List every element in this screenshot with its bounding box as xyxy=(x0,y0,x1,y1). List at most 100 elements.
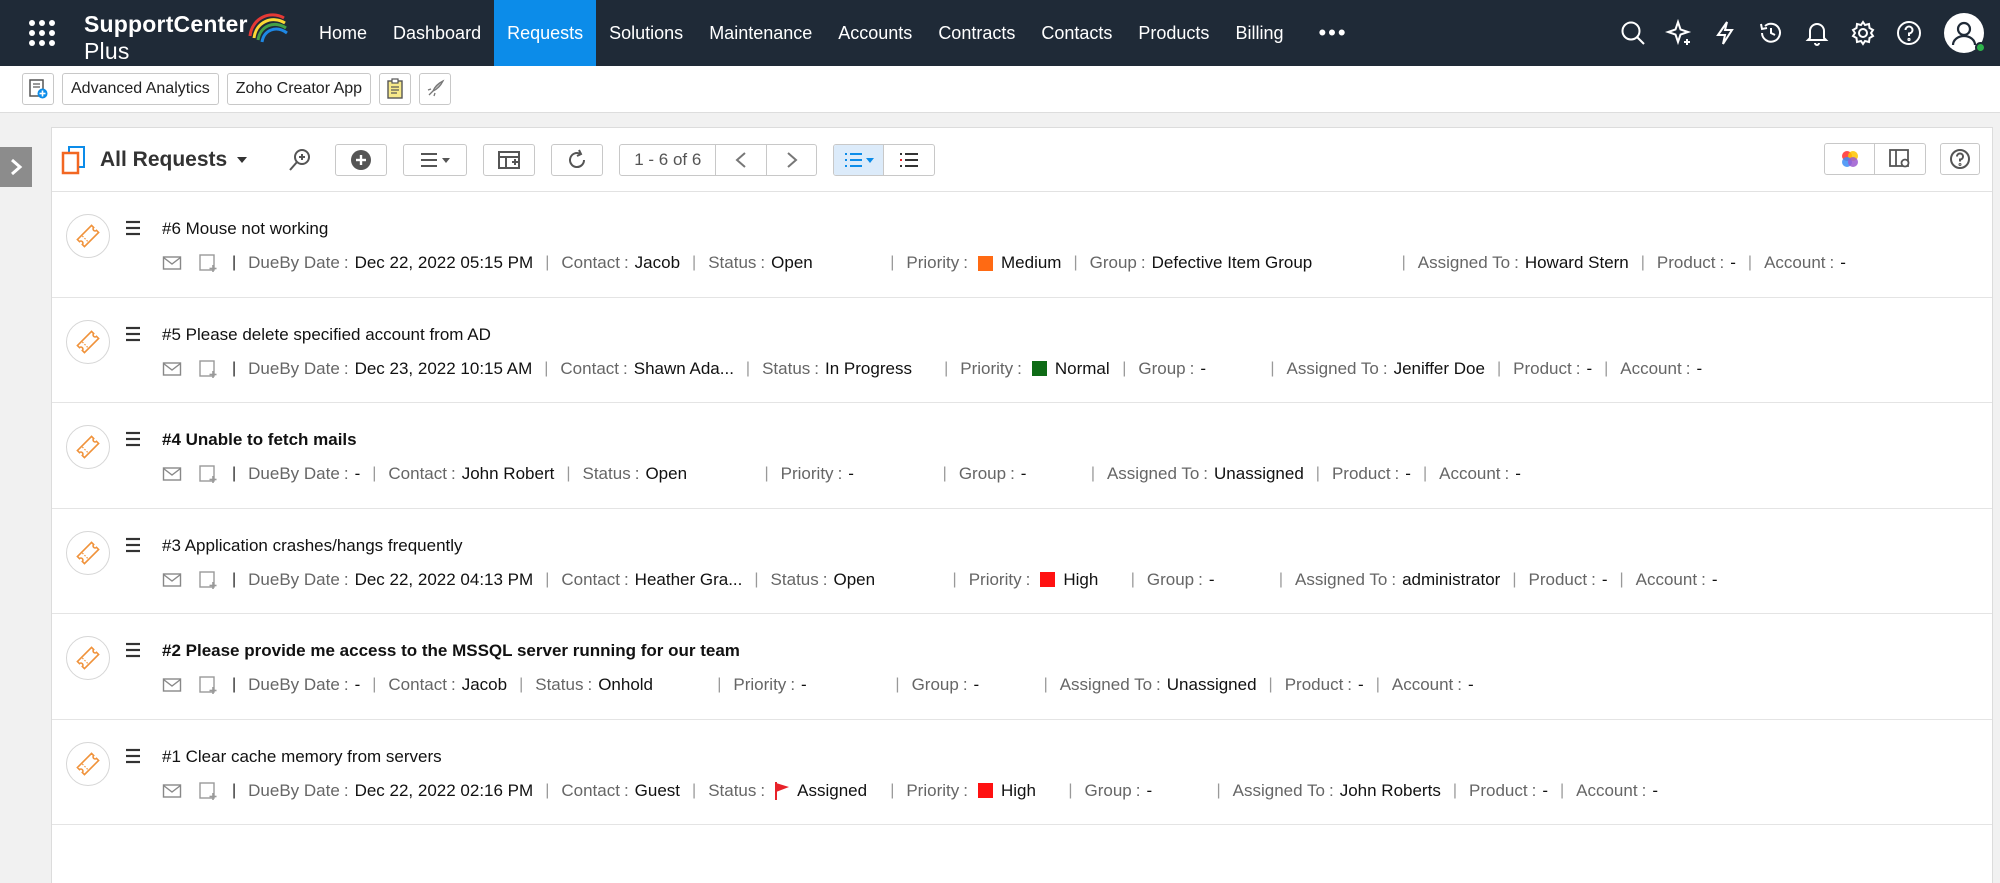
separator: | xyxy=(1270,359,1275,377)
clipboard-notes-button[interactable] xyxy=(379,73,412,105)
row-actions-menu[interactable] xyxy=(124,748,142,769)
launch-button[interactable] xyxy=(419,73,452,105)
request-subject-link[interactable]: #2 Please provide me access to the MSSQL… xyxy=(162,641,740,661)
contact-field: Contact : Guest xyxy=(561,781,680,801)
compact-list-icon xyxy=(900,152,919,167)
reply-mail-button[interactable] xyxy=(162,255,182,271)
nav-item-requests[interactable]: Requests xyxy=(494,0,597,66)
row-actions-menu[interactable] xyxy=(124,431,142,452)
status-field: Status : Open xyxy=(771,570,876,590)
new-request-button[interactable] xyxy=(335,143,388,176)
new-document-icon xyxy=(29,79,48,99)
previous-page-button[interactable] xyxy=(716,145,766,175)
row-actions-menu[interactable] xyxy=(124,220,142,241)
nav-item-contracts[interactable]: Contracts xyxy=(925,0,1028,66)
actions-menu-button[interactable] xyxy=(403,143,468,176)
row-actions-menu[interactable] xyxy=(124,642,142,663)
assigned-to-value: John Roberts xyxy=(1339,780,1441,800)
nav-item-dashboard[interactable]: Dashboard xyxy=(380,0,494,66)
history-icon[interactable] xyxy=(1748,0,1794,66)
reply-mail-button[interactable] xyxy=(162,361,182,377)
reply-mail-button[interactable] xyxy=(162,677,182,693)
list-view-button[interactable] xyxy=(834,144,885,175)
table-row[interactable]: #6 Mouse not working | DueBy Date : Dec … xyxy=(52,192,1992,298)
dueby-label: DueBy Date xyxy=(248,358,340,378)
ai-sparkle-icon[interactable] xyxy=(1656,0,1702,66)
add-task-button[interactable] xyxy=(198,781,218,801)
new-request-template-button[interactable] xyxy=(22,73,54,105)
request-subject-link[interactable]: #5 Please delete specified account from … xyxy=(162,325,491,345)
user-avatar[interactable] xyxy=(1944,13,1986,53)
add-task-button[interactable] xyxy=(198,464,218,484)
view-title: All Requests xyxy=(100,147,228,171)
nav-item-solutions[interactable]: Solutions xyxy=(596,0,696,66)
app-launcher-icon[interactable] xyxy=(0,0,84,66)
colon: : xyxy=(1591,569,1596,589)
table-row[interactable]: #5 Please delete specified account from … xyxy=(52,298,1992,403)
group-value: - xyxy=(1208,569,1215,589)
dueby-value: Dec 22, 2022 04:13 PM xyxy=(354,569,534,589)
logo[interactable]: SupportCenter Plus xyxy=(84,0,294,66)
nav-item-billing[interactable]: Billing xyxy=(1222,0,1296,66)
dueby-field: DueBy Date : Dec 22, 2022 04:13 PM xyxy=(248,570,533,590)
help-icon[interactable] xyxy=(1886,0,1932,66)
nav-item-home[interactable]: Home xyxy=(306,0,380,66)
nav-item-accounts[interactable]: Accounts xyxy=(825,0,925,66)
priority-color-swatch xyxy=(978,255,993,271)
assigned-to-field: Assigned To : Jeniffer Doe xyxy=(1287,359,1485,379)
mail-icon xyxy=(162,467,182,481)
expand-sidebar-button[interactable] xyxy=(0,147,32,187)
next-page-button[interactable] xyxy=(766,144,816,175)
table-row[interactable]: #2 Please provide me access to the MSSQL… xyxy=(52,614,1992,720)
request-subject-link[interactable]: #3 Application crashes/hangs frequently xyxy=(162,536,463,556)
zoho-creator-app-button[interactable]: Zoho Creator App xyxy=(226,73,372,105)
reply-mail-button[interactable] xyxy=(162,572,182,588)
refresh-button[interactable] xyxy=(551,143,604,176)
reply-mail-button[interactable] xyxy=(162,783,182,799)
search-icon[interactable] xyxy=(1610,0,1656,66)
nav-item-maintenance[interactable]: Maintenance xyxy=(696,0,825,66)
column-chooser-button[interactable] xyxy=(483,143,536,176)
settings-gear-icon[interactable] xyxy=(1840,0,1886,66)
account-field: Account : - xyxy=(1392,675,1474,695)
search-requests-button[interactable] xyxy=(283,143,317,177)
product-field: Product : - xyxy=(1285,675,1364,695)
add-task-button[interactable] xyxy=(198,570,218,590)
layout-settings-button[interactable] xyxy=(1875,144,1925,174)
request-subject-link[interactable]: #6 Mouse not working xyxy=(162,219,328,239)
lightning-icon[interactable] xyxy=(1702,0,1748,66)
colon: : xyxy=(1575,358,1581,378)
view-selector[interactable]: All Requests xyxy=(100,147,248,172)
product-field: Product : - xyxy=(1657,253,1736,273)
ticket-icon xyxy=(76,540,100,565)
product-value: - xyxy=(1586,358,1593,378)
request-subject-link[interactable]: #4 Unable to fetch mails xyxy=(162,430,357,450)
advanced-analytics-button[interactable]: Advanced Analytics xyxy=(62,73,219,105)
dueby-label: DueBy Date xyxy=(248,675,340,694)
add-task-button[interactable] xyxy=(198,253,218,273)
table-row[interactable]: #3 Application crashes/hangs frequently … xyxy=(52,509,1992,614)
account-label: Account xyxy=(1439,464,1501,483)
compact-view-button[interactable] xyxy=(884,145,934,175)
colon: : xyxy=(343,569,349,589)
table-row[interactable]: #4 Unable to fetch mails | DueBy Date : … xyxy=(52,403,1992,509)
add-note-icon xyxy=(199,676,217,694)
account-label: Account xyxy=(1635,569,1698,589)
colon: : xyxy=(450,675,456,694)
nav-item-products[interactable]: Products xyxy=(1125,0,1222,66)
row-actions-menu[interactable] xyxy=(124,326,142,347)
add-task-button[interactable] xyxy=(198,359,218,379)
row-actions-menu[interactable] xyxy=(124,537,142,558)
nav-item-contacts[interactable]: Contacts xyxy=(1028,0,1125,66)
color-legend-button[interactable] xyxy=(1825,144,1875,174)
list-view-icon xyxy=(844,152,874,167)
add-task-button[interactable] xyxy=(198,675,218,695)
more-menu-button[interactable]: ••• xyxy=(1296,20,1369,46)
table-row[interactable]: #1 Clear cache memory from servers | Due… xyxy=(52,720,1992,825)
notifications-bell-icon[interactable] xyxy=(1794,0,1840,66)
request-subject-link[interactable]: #1 Clear cache memory from servers xyxy=(162,747,442,767)
list-help-button[interactable] xyxy=(1940,143,1980,175)
reply-mail-button[interactable] xyxy=(162,466,182,482)
colon: : xyxy=(822,569,828,589)
clipboard-icon xyxy=(387,78,403,99)
